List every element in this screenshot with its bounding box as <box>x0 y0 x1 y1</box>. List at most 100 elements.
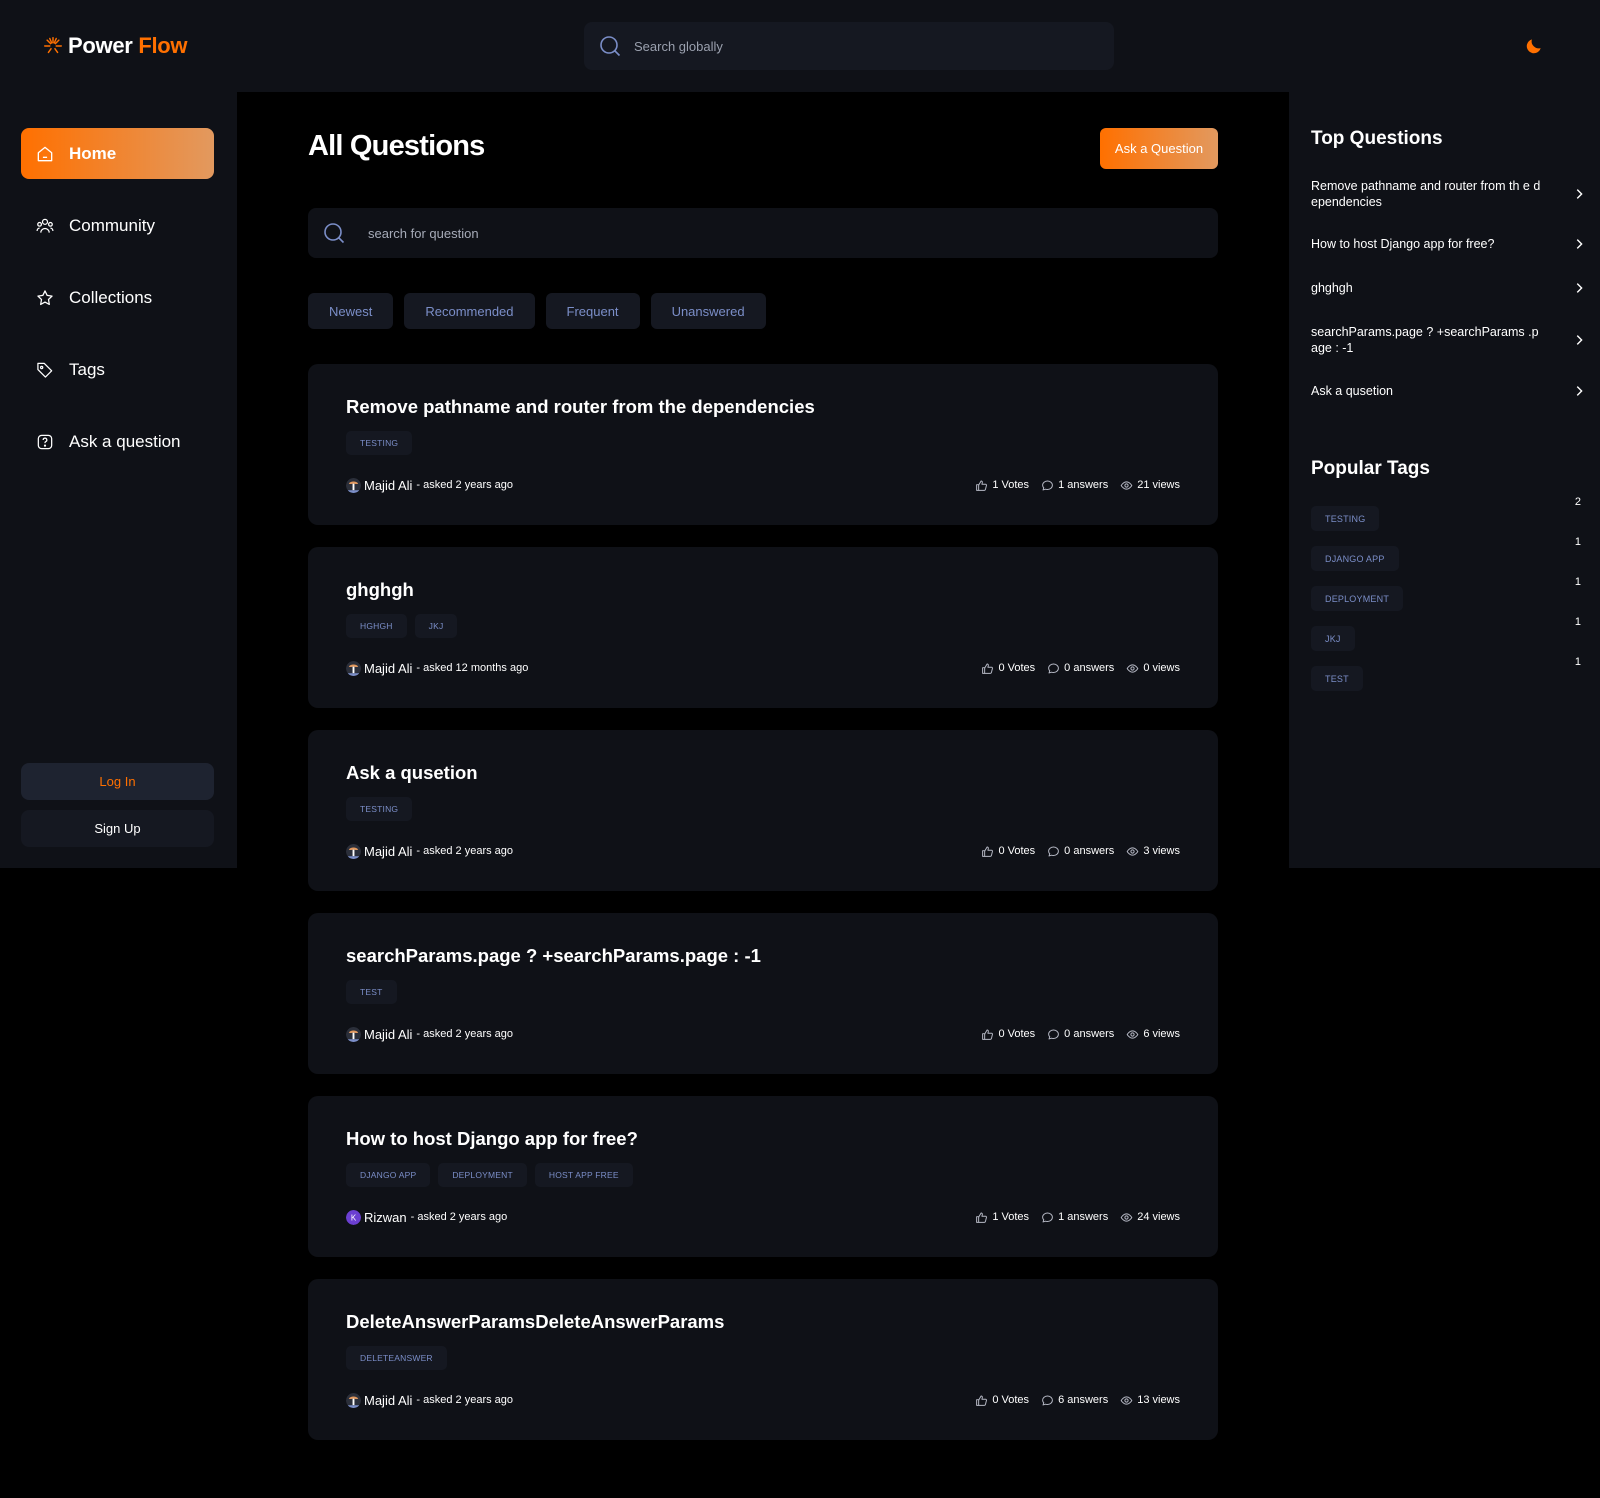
answers-count: 6 answers <box>1058 1394 1109 1406</box>
top-navbar: Power Flow <box>0 0 1600 92</box>
author-name: Majid Ali <box>364 1026 413 1042</box>
asked-time: - asked 2 years ago <box>416 845 514 857</box>
sidebar-item-home[interactable]: Home <box>21 128 214 179</box>
message-icon <box>1042 480 1053 490</box>
logo[interactable]: Power Flow <box>42 33 188 59</box>
top-question-item[interactable]: How to host Django app for free? <box>1311 236 1586 252</box>
answers-stat: 0 answers <box>1047 662 1114 675</box>
ask-question-button[interactable]: Ask a Question <box>1100 128 1218 169</box>
question-tag[interactable]: DEPLOYMENT <box>438 1163 527 1187</box>
views-count: 6 views <box>1143 1028 1180 1040</box>
question-title[interactable]: Remove pathname and router from the depe… <box>346 396 815 418</box>
top-question-title: Remove pathname and router from th e dep… <box>1311 179 1541 209</box>
question-author[interactable]: Majid Ali - asked 12 months ago <box>346 660 528 676</box>
question-tag[interactable]: HOST APP FREE <box>534 1163 633 1187</box>
top-question-item[interactable]: Ask a qusetion <box>1311 383 1586 399</box>
avatar <box>346 1392 361 1408</box>
sidebar-item-collections[interactable]: Collections <box>21 272 214 323</box>
question-search-input[interactable] <box>368 225 1168 241</box>
asked-time: - asked 2 years ago <box>416 1028 514 1040</box>
top-question-item[interactable]: Remove pathname and router from th e dep… <box>1311 178 1586 210</box>
popular-tag[interactable]: JKJ <box>1311 626 1355 651</box>
avatar <box>346 843 361 859</box>
question-title[interactable]: ghghgh <box>346 579 414 601</box>
votes-stat: 1 Votes <box>975 479 1029 492</box>
popular-tag-count: 1 <box>1574 656 1581 668</box>
author-name: Majid Ali <box>364 660 413 676</box>
filter-recommended-button[interactable]: Recommended <box>404 293 535 329</box>
question-tag[interactable]: DELETEANSWER <box>346 1346 447 1370</box>
question-author[interactable]: Majid Ali - asked 2 years ago <box>346 1392 513 1408</box>
logo-word-flow: Flow <box>138 33 188 58</box>
popular-tag-count: 2 <box>1574 496 1581 508</box>
sidebar-item-tags[interactable]: Tags <box>21 344 214 395</box>
popular-tag[interactable]: DJANGO APP <box>1311 546 1399 571</box>
popular-tag[interactable]: TEST <box>1311 666 1363 691</box>
question-tag[interactable]: TEST <box>346 980 397 1004</box>
filter-unanswered-button[interactable]: Unanswered <box>650 293 766 329</box>
views-count: 13 views <box>1137 1394 1180 1406</box>
sidebar-item-ask-question[interactable]: Ask a question <box>21 416 214 467</box>
popular-tag-row: TEST 1 <box>1311 656 1581 691</box>
chevron-right-icon <box>1576 239 1583 249</box>
like-icon <box>976 1212 988 1223</box>
question-author[interactable]: Majid Ali - asked 2 years ago <box>346 477 513 493</box>
moon-icon[interactable] <box>1524 36 1544 56</box>
popular-tag[interactable]: DEPLOYMENT <box>1311 586 1404 611</box>
question-tag[interactable]: TESTING <box>346 797 413 821</box>
author-name: Majid Ali <box>364 477 413 493</box>
question-card[interactable]: ghghgh HGHGH JKJ Majid Ali - asked 12 months… <box>308 547 1218 708</box>
question-tag[interactable]: HGHGH <box>346 614 407 638</box>
question-title[interactable]: searchParams.page ? +searchParams.page :… <box>346 945 761 967</box>
question-card[interactable]: searchParams.page ? +searchParams.page :… <box>308 913 1218 1074</box>
asked-time: - asked 12 months ago <box>416 662 529 674</box>
question-author[interactable]: Majid Ali - asked 2 years ago <box>346 1026 513 1042</box>
global-search-bar[interactable] <box>584 22 1114 70</box>
top-question-item[interactable]: ghghgh <box>1311 280 1586 296</box>
question-card[interactable]: Ask a qusetion TESTING Majid Ali - asked 2 … <box>308 730 1218 891</box>
question-search-bar[interactable] <box>308 208 1218 258</box>
question-stats: 0 Votes 0 answers 0 views <box>981 660 1180 676</box>
question-title[interactable]: DeleteAnswerParamsDeleteAnswerParams <box>346 1311 724 1333</box>
question-tags: TESTING <box>346 797 413 821</box>
votes-count: 1 Votes <box>992 1211 1030 1223</box>
question-tags: TESTING <box>346 431 413 455</box>
question-title[interactable]: Ask a qusetion <box>346 762 478 784</box>
question-tags: HGHGH JKJ <box>346 614 458 638</box>
question-stats: 1 Votes 1 answers 21 views <box>975 477 1180 493</box>
question-card[interactable]: Remove pathname and router from the depe… <box>308 364 1218 525</box>
top-question-item[interactable]: searchParams.page ? +searchParams .page … <box>1311 324 1586 356</box>
logo-sunburst-icon <box>44 37 62 54</box>
login-button[interactable]: Log In <box>21 763 214 800</box>
eye-icon <box>1126 663 1139 673</box>
asked-time: - asked 2 years ago <box>416 479 514 491</box>
global-search-input[interactable] <box>634 38 1074 54</box>
question-tag[interactable]: DJANGO APP <box>346 1163 431 1187</box>
popular-tag[interactable]: TESTING <box>1311 506 1380 531</box>
question-stats: 0 Votes 6 answers 13 views <box>975 1392 1180 1408</box>
popular-tag-count: 1 <box>1574 616 1581 628</box>
question-author[interactable]: K Rizwan - asked 2 years ago <box>346 1209 507 1225</box>
filter-frequent-button[interactable]: Frequent <box>545 293 640 329</box>
views-stat: 0 views <box>1126 662 1180 675</box>
sidebar-item-label: Community <box>69 215 155 235</box>
filter-newest-button[interactable]: Newest <box>308 293 394 329</box>
answers-stat: 0 answers <box>1047 845 1114 858</box>
message-icon <box>1042 1395 1053 1405</box>
top-questions-heading: Top Questions <box>1311 128 1443 149</box>
question-tag[interactable]: JKJ <box>414 614 458 638</box>
signup-button[interactable]: Sign Up <box>21 810 214 847</box>
question-card[interactable]: DeleteAnswerParamsDeleteAnswerParams DELE… <box>308 1279 1218 1440</box>
question-tag[interactable]: TESTING <box>346 431 413 455</box>
avatar <box>346 660 361 676</box>
sidebar-item-community[interactable]: Community <box>21 200 214 251</box>
question-card[interactable]: How to host Django app for free? DJANGO A… <box>308 1096 1218 1257</box>
logo-text: Power Flow <box>68 33 188 59</box>
popular-tag-row: TESTING 2 <box>1311 496 1581 531</box>
question-title[interactable]: How to host Django app for free? <box>346 1128 638 1150</box>
question-tags: DELETEANSWER <box>346 1346 447 1370</box>
top-question-title: How to host Django app for free? <box>1311 237 1495 251</box>
question-author[interactable]: Majid Ali - asked 2 years ago <box>346 843 513 859</box>
right-sidebar: Top Questions Remove pathname and router… <box>1289 92 1600 868</box>
message-icon <box>1048 846 1060 856</box>
